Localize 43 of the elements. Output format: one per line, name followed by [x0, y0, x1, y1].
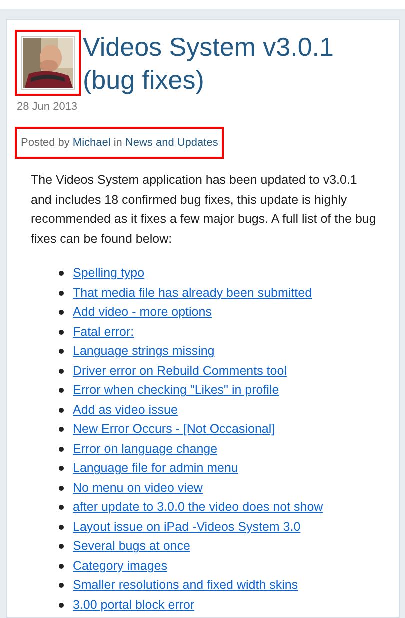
bullet-icon	[59, 290, 64, 296]
bug-fix-link[interactable]: Add video - more options	[73, 303, 212, 322]
byline-joiner: in	[114, 136, 122, 150]
bullet-icon	[59, 408, 64, 413]
bullet-icon	[59, 388, 64, 394]
bullet-icon	[59, 486, 64, 491]
bullet-icon	[59, 446, 64, 452]
bullet-icon	[59, 602, 64, 608]
bullet-icon	[59, 505, 64, 510]
bug-fix-link[interactable]: Category images	[73, 556, 168, 576]
bug-fix-link[interactable]: after update to 3.0.0 the video does not show	[73, 498, 324, 518]
bullet-icon	[59, 544, 64, 550]
bug-fix-link[interactable]: Smaller resolutions and fixed width skins	[73, 576, 298, 596]
bullet-icon	[59, 524, 64, 530]
category-link[interactable]: News and Updates	[125, 134, 218, 151]
bug-fix-link[interactable]: Error when checking "Likes" in profile	[73, 381, 280, 400]
bullet-icon	[59, 330, 64, 335]
byline-label: Posted by	[21, 136, 70, 150]
bug-fix-link[interactable]: Error on language change	[73, 440, 218, 459]
bug-fix-link[interactable]: Language file for admin menu	[73, 459, 238, 478]
bug-fix-link[interactable]: Add as video issue	[73, 400, 178, 420]
bug-fix-link[interactable]: Spelling typo	[73, 264, 145, 284]
bug-fix-link[interactable]: That media file has already been submitted	[73, 284, 312, 303]
bug-fix-link[interactable]: Language strings missing	[73, 342, 215, 362]
bullet-icon	[59, 583, 64, 588]
bullet-icon	[59, 466, 64, 472]
bullet-icon	[59, 271, 64, 276]
bug-fix-link[interactable]: Driver error on Rebuild Comments tool	[73, 362, 287, 381]
bullet-icon	[59, 349, 64, 354]
bullet-icon	[59, 368, 64, 374]
bug-fix-link[interactable]: Layout issue on iPad -Videos System 3.0	[73, 518, 301, 537]
bug-fix-link[interactable]: New Error Occurs - [Not Occasional]	[73, 420, 276, 440]
post-title: Videos System v3.0.1 (bug fixes)	[83, 31, 335, 97]
bug-fix-link[interactable]: Fatal error:	[73, 322, 134, 342]
post-date: 28 Jun 2013	[17, 100, 78, 115]
bullet-icon	[59, 310, 64, 316]
post-body: The Videos System application has been updated to v3.0.1 and includes 18 confirmed bug fixes, this update is highly recommended as it fixes a few major bugs. A full list of the bug fixes can be found below:	[31, 172, 377, 248]
bug-fix-link[interactable]: 3.00 portal block error	[73, 596, 195, 615]
bullet-icon	[59, 564, 64, 569]
bullet-icon	[59, 427, 64, 432]
author-link[interactable]: Michael	[72, 134, 111, 151]
bug-fix-link[interactable]: No menu on video view	[73, 478, 203, 498]
bug-fix-link[interactable]: Several bugs at once	[73, 537, 190, 556]
